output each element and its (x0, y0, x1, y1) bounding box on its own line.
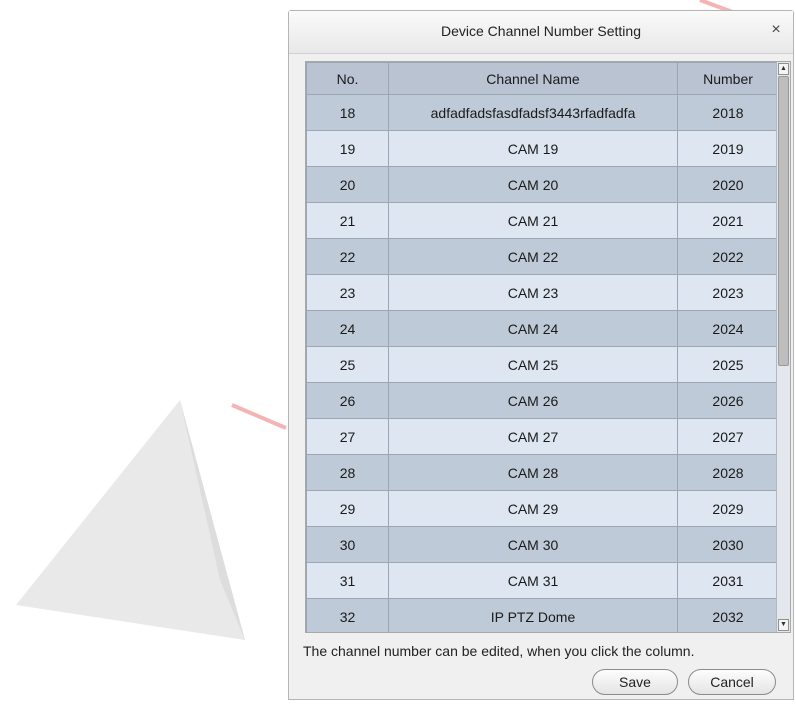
cell-channel-name[interactable]: CAM 21 (388, 202, 678, 239)
table-row[interactable]: 29 CAM 29 2029 (306, 490, 779, 527)
dialog-title: Device Channel Number Setting (441, 23, 641, 39)
cell-number[interactable]: 2025 (677, 346, 779, 383)
cell-no[interactable]: 21 (306, 202, 389, 239)
cell-channel-name[interactable]: CAM 29 (388, 490, 678, 527)
channel-table: No. Channel Name Number 18 adfadfadsfasdf… (306, 62, 779, 632)
table-row[interactable]: 27 CAM 27 2027 (306, 418, 779, 455)
table-row[interactable]: 23 CAM 23 2023 (306, 274, 779, 311)
dialog-titlebar: Device Channel Number Setting × (289, 11, 793, 54)
cell-number[interactable]: 2029 (677, 490, 779, 527)
cell-no[interactable]: 29 (306, 490, 389, 527)
table-row[interactable]: 25 CAM 25 2025 (306, 346, 779, 383)
device-channel-number-dialog: Device Channel Number Setting × No. Chan… (288, 10, 794, 700)
table-row[interactable]: 19 CAM 19 2019 (306, 130, 779, 167)
cell-channel-name[interactable]: CAM 23 (388, 274, 678, 311)
cell-no[interactable]: 23 (306, 274, 389, 311)
table-header-row: No. Channel Name Number (306, 62, 779, 95)
cell-no[interactable]: 25 (306, 346, 389, 383)
cell-number[interactable]: 2018 (677, 94, 779, 131)
cell-no[interactable]: 26 (306, 382, 389, 419)
cell-no[interactable]: 30 (306, 526, 389, 563)
cell-no[interactable]: 32 (306, 598, 389, 632)
scroll-up-arrow-icon[interactable]: ▲ (778, 63, 789, 75)
cell-number[interactable]: 2021 (677, 202, 779, 239)
cell-channel-name[interactable]: CAM 28 (388, 454, 678, 491)
table-row[interactable]: 18 adfadfadsfasdfadsf3443rfadfadfa 2018 (306, 94, 779, 131)
cell-channel-name[interactable]: CAM 19 (388, 130, 678, 167)
column-header-no[interactable]: No. (306, 62, 389, 95)
cell-number[interactable]: 2022 (677, 238, 779, 275)
cell-no[interactable]: 27 (306, 418, 389, 455)
cell-channel-name[interactable]: CAM 30 (388, 526, 678, 563)
cell-no[interactable]: 24 (306, 310, 389, 347)
cell-channel-name[interactable]: CAM 20 (388, 166, 678, 203)
scroll-down-arrow-icon[interactable]: ▼ (778, 619, 789, 631)
edit-hint-text: The channel number can be edited, when y… (303, 643, 695, 659)
cell-number[interactable]: 2019 (677, 130, 779, 167)
cell-channel-name[interactable]: CAM 31 (388, 562, 678, 599)
table-row[interactable]: 26 CAM 26 2026 (306, 382, 779, 419)
cell-number[interactable]: 2032 (677, 598, 779, 632)
cell-channel-name[interactable]: CAM 27 (388, 418, 678, 455)
cell-no[interactable]: 28 (306, 454, 389, 491)
table-row[interactable]: 22 CAM 22 2022 (306, 238, 779, 275)
table-row[interactable]: 28 CAM 28 2028 (306, 454, 779, 491)
table-row[interactable]: 31 CAM 31 2031 (306, 562, 779, 599)
cell-number[interactable]: 2030 (677, 526, 779, 563)
table-row[interactable]: 21 CAM 21 2021 (306, 202, 779, 239)
cell-number[interactable]: 2024 (677, 310, 779, 347)
cell-number[interactable]: 2027 (677, 418, 779, 455)
cell-no[interactable]: 18 (306, 94, 389, 131)
cell-no[interactable]: 20 (306, 166, 389, 203)
cell-number[interactable]: 2023 (677, 274, 779, 311)
channel-table-container: No. Channel Name Number 18 adfadfadsfasdf… (305, 61, 791, 633)
table-row[interactable]: 20 CAM 20 2020 (306, 166, 779, 203)
cell-number[interactable]: 2028 (677, 454, 779, 491)
save-button[interactable]: Save (592, 669, 678, 695)
table-row[interactable]: 32 IP PTZ Dome 2032 (306, 598, 779, 632)
cell-channel-name[interactable]: IP PTZ Dome (388, 598, 678, 632)
cell-number[interactable]: 2020 (677, 166, 779, 203)
cell-channel-name[interactable]: CAM 26 (388, 382, 678, 419)
table-row[interactable]: 30 CAM 30 2030 (306, 526, 779, 563)
cell-channel-name[interactable]: adfadfadsfasdfadsf3443rfadfadfa (388, 94, 678, 131)
cell-channel-name[interactable]: CAM 24 (388, 310, 678, 347)
column-header-channel-name[interactable]: Channel Name (388, 62, 678, 95)
vertical-scrollbar[interactable]: ▲ ▼ (776, 62, 790, 632)
cell-number[interactable]: 2026 (677, 382, 779, 419)
table-row[interactable]: 24 CAM 24 2024 (306, 310, 779, 347)
cell-channel-name[interactable]: CAM 25 (388, 346, 678, 383)
column-header-number[interactable]: Number (677, 62, 779, 95)
cell-no[interactable]: 31 (306, 562, 389, 599)
scrollbar-thumb[interactable] (778, 76, 789, 366)
close-icon[interactable]: × (767, 21, 785, 39)
cell-number[interactable]: 2031 (677, 562, 779, 599)
cancel-button[interactable]: Cancel (688, 669, 776, 695)
cell-channel-name[interactable]: CAM 22 (388, 238, 678, 275)
cell-no[interactable]: 19 (306, 130, 389, 167)
cell-no[interactable]: 22 (306, 238, 389, 275)
